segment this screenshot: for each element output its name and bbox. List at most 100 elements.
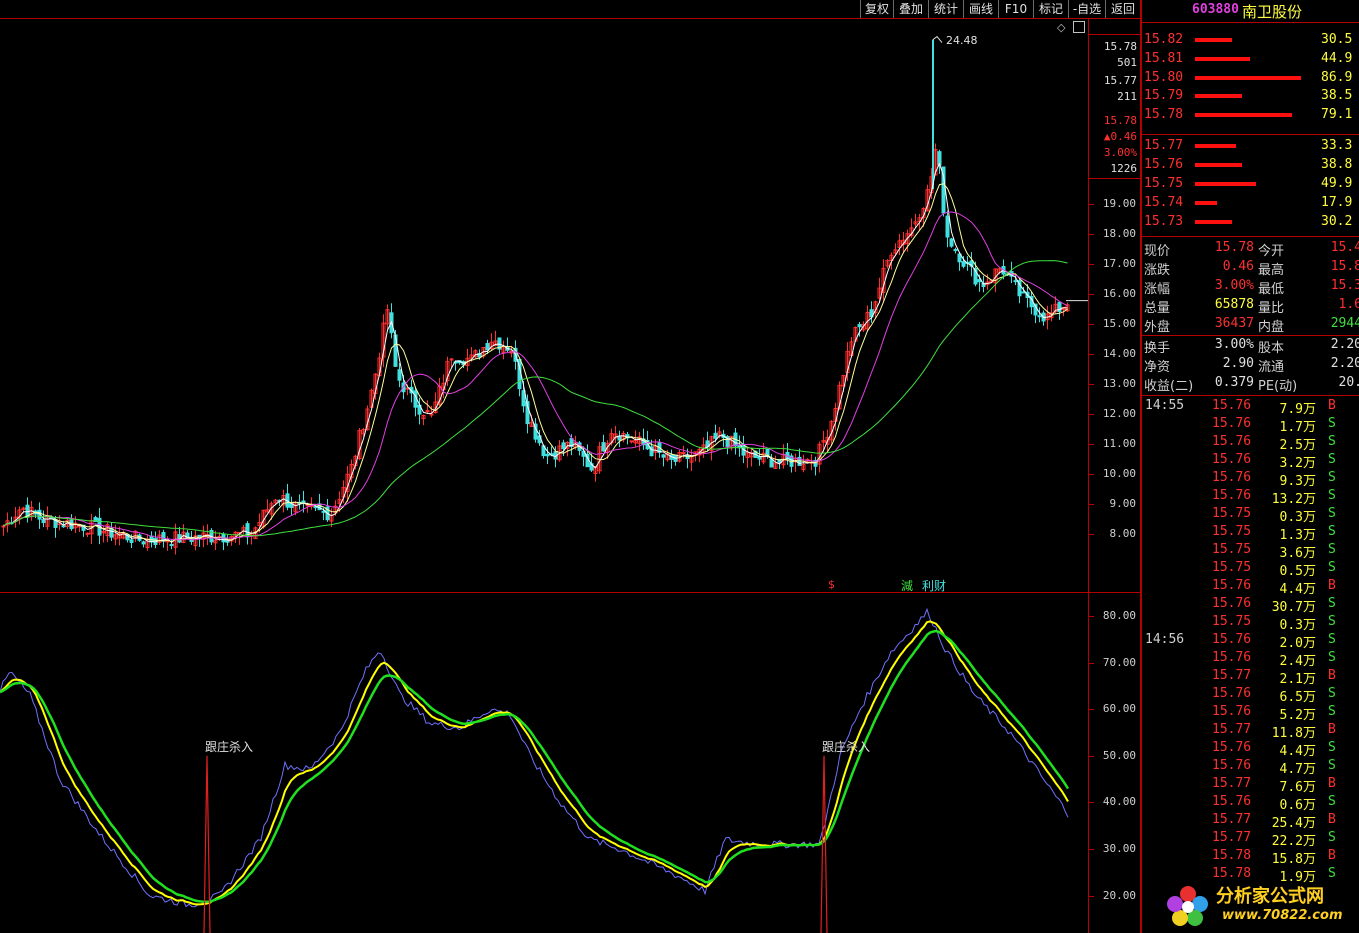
- candle-body: [429, 413, 434, 416]
- toolbar-button-draw-line[interactable]: 画线: [963, 0, 998, 18]
- tick-volume: 4.7万: [1279, 762, 1316, 777]
- order-volume: 17.9: [1321, 195, 1353, 210]
- tick-volume: 11.8万: [1271, 726, 1316, 741]
- tick-side: S: [1328, 470, 1336, 485]
- candle-body: [1, 525, 6, 528]
- stat-label: 内盘: [1258, 320, 1285, 335]
- price-axis-label: 11.00: [1102, 437, 1136, 450]
- mini-info-top-border: [1089, 34, 1140, 35]
- toolbar-button-f10[interactable]: F10: [998, 0, 1033, 18]
- order-volume: 49.9: [1321, 176, 1353, 191]
- candle-body: [945, 215, 950, 238]
- toolbar-button-mark[interactable]: 标记: [1033, 0, 1068, 18]
- tick-side: S: [1328, 524, 1336, 539]
- quote-header-border: [1142, 22, 1359, 23]
- stat-value: 0.46: [1222, 259, 1254, 274]
- mini-ask-price: 15.78: [1103, 40, 1137, 53]
- tick-price: 15.76: [1212, 488, 1252, 503]
- order-volume: 30.5: [1321, 32, 1353, 47]
- indicator-axis-label: 80.00: [1102, 609, 1136, 622]
- toolbar-button-overlay[interactable]: 叠加: [893, 0, 928, 18]
- candle-body: [397, 369, 402, 381]
- ticks-top-border: [1142, 395, 1359, 396]
- stock-code: 603880: [1192, 2, 1239, 17]
- stat-label: 现价: [1144, 244, 1171, 259]
- toolbar-button-watchlist[interactable]: -自选: [1068, 0, 1105, 18]
- mini-last-price: 15.78: [1103, 114, 1137, 127]
- tick-price: 15.78: [1212, 866, 1252, 881]
- indicator-chart[interactable]: [0, 593, 1088, 933]
- price-axis-label: 13.00: [1102, 377, 1136, 390]
- candle-body: [109, 528, 114, 538]
- site-logo: 分析家公式网 www.70822.com: [1160, 880, 1359, 933]
- price-axis-label: 19.00: [1102, 197, 1136, 210]
- tick-volume: 0.6万: [1279, 798, 1316, 813]
- tick-side: S: [1328, 830, 1336, 845]
- tick-volume: 3.6万: [1279, 546, 1316, 561]
- tick-side: S: [1328, 416, 1336, 431]
- candle-body: [169, 543, 174, 546]
- stat-value: 2.20: [1330, 356, 1359, 371]
- toolbar-button-restore-rights[interactable]: 复权: [860, 0, 893, 18]
- candle-body: [681, 452, 686, 455]
- candlestick-chart[interactable]: [0, 19, 1088, 592]
- stat-label: 股本: [1258, 341, 1285, 356]
- tick-volume: 2.4万: [1279, 654, 1316, 669]
- tick-price: 15.76: [1212, 704, 1252, 719]
- toolbar-button-statistics[interactable]: 统计: [928, 0, 963, 18]
- tick-price: 15.75: [1212, 524, 1252, 539]
- tick-volume: 25.4万: [1271, 816, 1316, 831]
- tick-volume: 22.2万: [1271, 834, 1316, 849]
- tick-price: 15.76: [1212, 452, 1252, 467]
- tick-price: 15.76: [1212, 740, 1252, 755]
- candle-body: [949, 238, 954, 247]
- tick-price: 15.77: [1212, 776, 1252, 791]
- price-axis-label: 18.00: [1102, 227, 1136, 240]
- tick-volume: 7.9万: [1279, 402, 1316, 417]
- tick-side: S: [1328, 542, 1336, 557]
- candle-body: [961, 261, 966, 267]
- stat-label: 最高: [1258, 263, 1285, 278]
- tick-price: 15.76: [1212, 434, 1252, 449]
- signal-marker-cai: 利财: [922, 579, 947, 593]
- tick-side: S: [1328, 740, 1336, 755]
- order-price: 15.82: [1144, 32, 1184, 47]
- k-line: [0, 607, 1069, 908]
- tick-side: S: [1328, 794, 1336, 809]
- price-axis-label: 10.00: [1102, 467, 1136, 480]
- stat-value: 65878: [1214, 297, 1254, 312]
- signal-spike: [820, 755, 828, 933]
- candle-body: [1037, 315, 1042, 318]
- indicator-axis-label: 30.00: [1102, 842, 1136, 855]
- toolbar-button-back[interactable]: 返回: [1105, 0, 1140, 18]
- candle-body: [953, 249, 958, 252]
- stat-label: 换手: [1144, 341, 1171, 356]
- order-volume: 79.1: [1321, 107, 1353, 123]
- order-volume-bar: [1195, 163, 1242, 167]
- tick-volume: 2.5万: [1279, 438, 1316, 453]
- indicator-axis-label: 50.00: [1102, 748, 1136, 762]
- tick-volume: 5.2万: [1279, 708, 1316, 723]
- ma20-line: [3, 211, 1068, 541]
- order-volume: 30.2: [1321, 214, 1353, 229]
- mini-ask-volume: 501: [1117, 56, 1137, 69]
- order-price: 15.77: [1144, 138, 1184, 153]
- tick-price: 15.77: [1212, 668, 1252, 683]
- stat-value: 15.8: [1330, 259, 1359, 274]
- indicator-axis-label: 40.00: [1102, 795, 1136, 809]
- mini-change-pct: 3.00%: [1103, 146, 1137, 159]
- candle-body: [1013, 280, 1018, 283]
- tick-volume: 2.0万: [1279, 636, 1316, 651]
- tick-volume: 30.7万: [1271, 600, 1316, 615]
- order-price: 15.76: [1144, 157, 1184, 172]
- chart-toolbar: 复权 叠加 统计 画线 F10 标记 -自选 返回: [0, 0, 1140, 18]
- tick-price: 15.76: [1212, 794, 1252, 809]
- stat-value: 3.00%: [1214, 337, 1254, 352]
- stat-label: 涨幅: [1144, 282, 1171, 297]
- logo-title: 分析家公式网: [1216, 886, 1324, 907]
- order-price: 15.73: [1144, 214, 1184, 229]
- price-axis-label: 12.00: [1102, 407, 1136, 420]
- stat-value: 2.20: [1330, 337, 1359, 352]
- candle-body: [129, 539, 134, 543]
- stat-value: 15.4: [1330, 240, 1359, 255]
